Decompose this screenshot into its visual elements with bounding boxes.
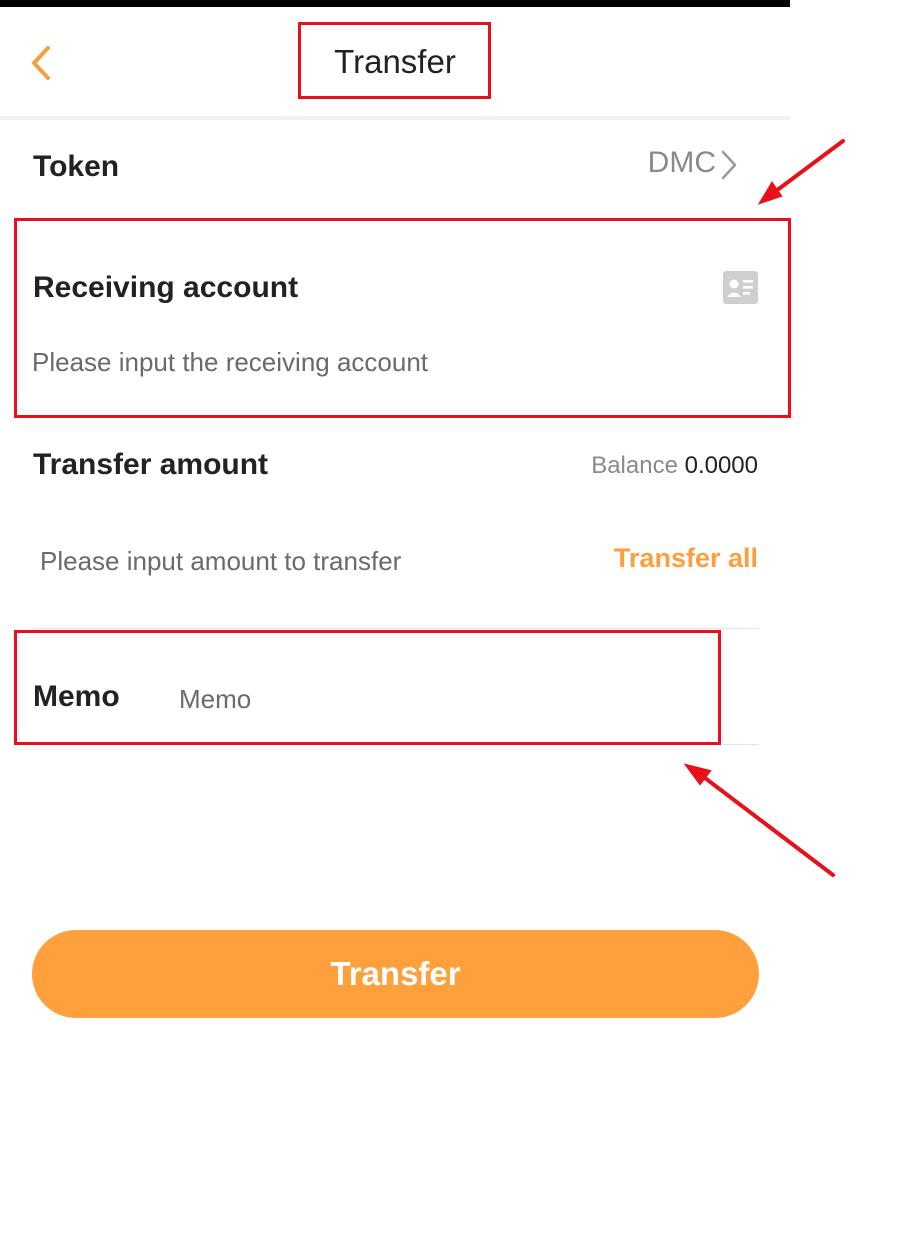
token-value[interactable]: DMC — [648, 146, 716, 180]
token-label: Token — [33, 150, 120, 183]
divider — [33, 628, 759, 629]
balance-display: Balance 0.0000 — [591, 452, 758, 480]
transfer-amount-input[interactable] — [40, 539, 580, 583]
page-title: Transfer — [334, 43, 456, 80]
balance-label: Balance — [591, 452, 678, 479]
divider — [33, 744, 759, 745]
memo-input[interactable] — [179, 678, 699, 720]
balance-value: 0.0000 — [684, 452, 758, 479]
chevron-left-icon — [32, 46, 50, 80]
arrow-to-memo-box — [683, 763, 835, 877]
highlight-box-receiving-account — [14, 218, 791, 418]
receiving-account-label: Receiving account — [33, 271, 299, 304]
receiving-account-input[interactable] — [32, 340, 752, 384]
chevron-right-icon[interactable] — [718, 148, 740, 182]
transfer-amount-label: Transfer amount — [33, 448, 269, 481]
status-bar — [0, 0, 790, 7]
memo-label: Memo — [33, 680, 120, 713]
transfer-submit-button[interactable]: Transfer — [32, 930, 759, 1018]
contact-card-icon[interactable] — [723, 271, 758, 304]
transfer-all-button[interactable]: Transfer all — [614, 543, 758, 574]
back-button[interactable] — [26, 42, 56, 84]
